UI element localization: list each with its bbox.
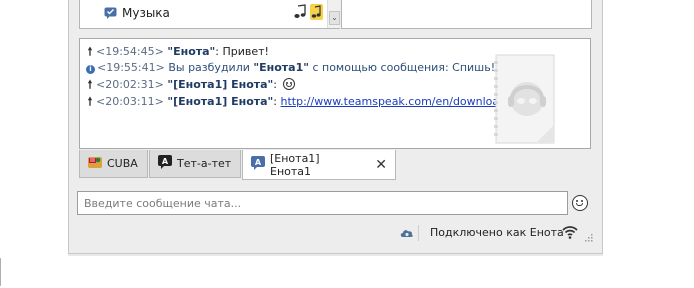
close-tab-icon[interactable]: ✕ (375, 158, 387, 172)
timestamp: <19:54:45> (96, 45, 164, 58)
system-text: с помощью сообщения: Спишь! (308, 61, 496, 74)
info-icon: i (86, 65, 95, 74)
tab-enota1[interactable]: A [Енота1] Енота1 ✕ (242, 150, 396, 180)
music-notes-gold-icon (310, 4, 323, 23)
chat-line: 🠕 <20:03:11> "[Енота1] Енота": http://www… (86, 95, 512, 109)
resize-grip-icon[interactable] (585, 232, 593, 245)
timestamp: <20:03:11> (96, 95, 164, 108)
system-text: Вы разбудили (168, 61, 254, 74)
info-panel (341, 0, 592, 29)
nickname-link[interactable]: "[Енота1] Енота" (167, 95, 273, 108)
status-separator (418, 225, 419, 241)
chat-line: 🠕 <20:02:31> "[Енота1] Енота": (86, 78, 295, 92)
chat-log[interactable]: 🠕 <19:54:45> "Енота": Привет! i <19:55:41>… (79, 38, 591, 149)
svg-text:A: A (162, 157, 169, 166)
message-text: : (273, 78, 281, 91)
adjacent-window-edge (0, 258, 1, 286)
chat-message-input[interactable] (77, 191, 568, 215)
emoticon-picker-icon[interactable] (572, 195, 588, 211)
chat-tabs: CUBA A Тет-а-тет A [Енота1] Енота1 ✕ (79, 150, 591, 180)
nickname-link[interactable]: "[Енота1] Енота" (167, 78, 273, 91)
cloud-sync-icon[interactable] (400, 228, 414, 241)
channel-tree[interactable]: Музыка ⌄ (79, 0, 340, 29)
tab-private[interactable]: A Тет-а-тет (149, 150, 241, 178)
connection-quality-icon[interactable] (562, 225, 578, 242)
tree-item-label: Музыка (122, 6, 170, 20)
svg-text:A: A (255, 158, 262, 167)
tab-label: Тет-а-тет (177, 157, 232, 170)
incoming-arrow-icon: 🠕 (87, 95, 93, 108)
tab-label: [Енота1] Енота1 (270, 151, 320, 178)
chat-line: 🠕 <19:54:45> "Енота": Привет! (86, 45, 269, 59)
incoming-arrow-icon: 🠕 (87, 45, 93, 58)
incoming-arrow-icon: 🠕 (87, 78, 93, 91)
tree-scrollbar[interactable]: ⌄ (327, 0, 340, 28)
chat-line: i <19:55:41> Вы разбудили "Енота1" с помо… (86, 61, 495, 75)
tree-item-music[interactable]: Музыка (104, 4, 170, 22)
private-chat-icon: A (158, 155, 172, 172)
scroll-down-icon[interactable]: ⌄ (329, 11, 340, 25)
status-bar: Подключено как Енота (69, 222, 602, 244)
server-flag-icon (88, 155, 102, 172)
connection-status-text: Подключено как Енота (430, 226, 564, 239)
chat-input-row (77, 191, 568, 215)
teamspeak-window: Музыка ⌄ 🠕 <19:54:45> "Енота": Привет! i <… (68, 0, 603, 254)
nickname-link[interactable]: "Енота1" (253, 61, 309, 74)
chat-hyperlink[interactable]: http://www.teamspeak.com/en/downloads (281, 95, 512, 108)
timestamp: <19:55:41> (97, 61, 165, 74)
timestamp: <20:02:31> (96, 78, 164, 91)
tab-cuba[interactable]: CUBA (79, 150, 148, 178)
message-text: : (273, 95, 281, 108)
smiley-emoticon-icon (282, 78, 295, 90)
tab-label: CUBA (107, 157, 138, 170)
user-chat-icon: A (251, 156, 265, 173)
nickname-link[interactable]: "Енота" (167, 45, 215, 58)
channel-icon (104, 7, 117, 19)
music-note-icon (294, 4, 306, 23)
channel-flags (294, 4, 323, 23)
message-text: : Привет! (215, 45, 269, 58)
default-avatar-icon (492, 53, 558, 145)
